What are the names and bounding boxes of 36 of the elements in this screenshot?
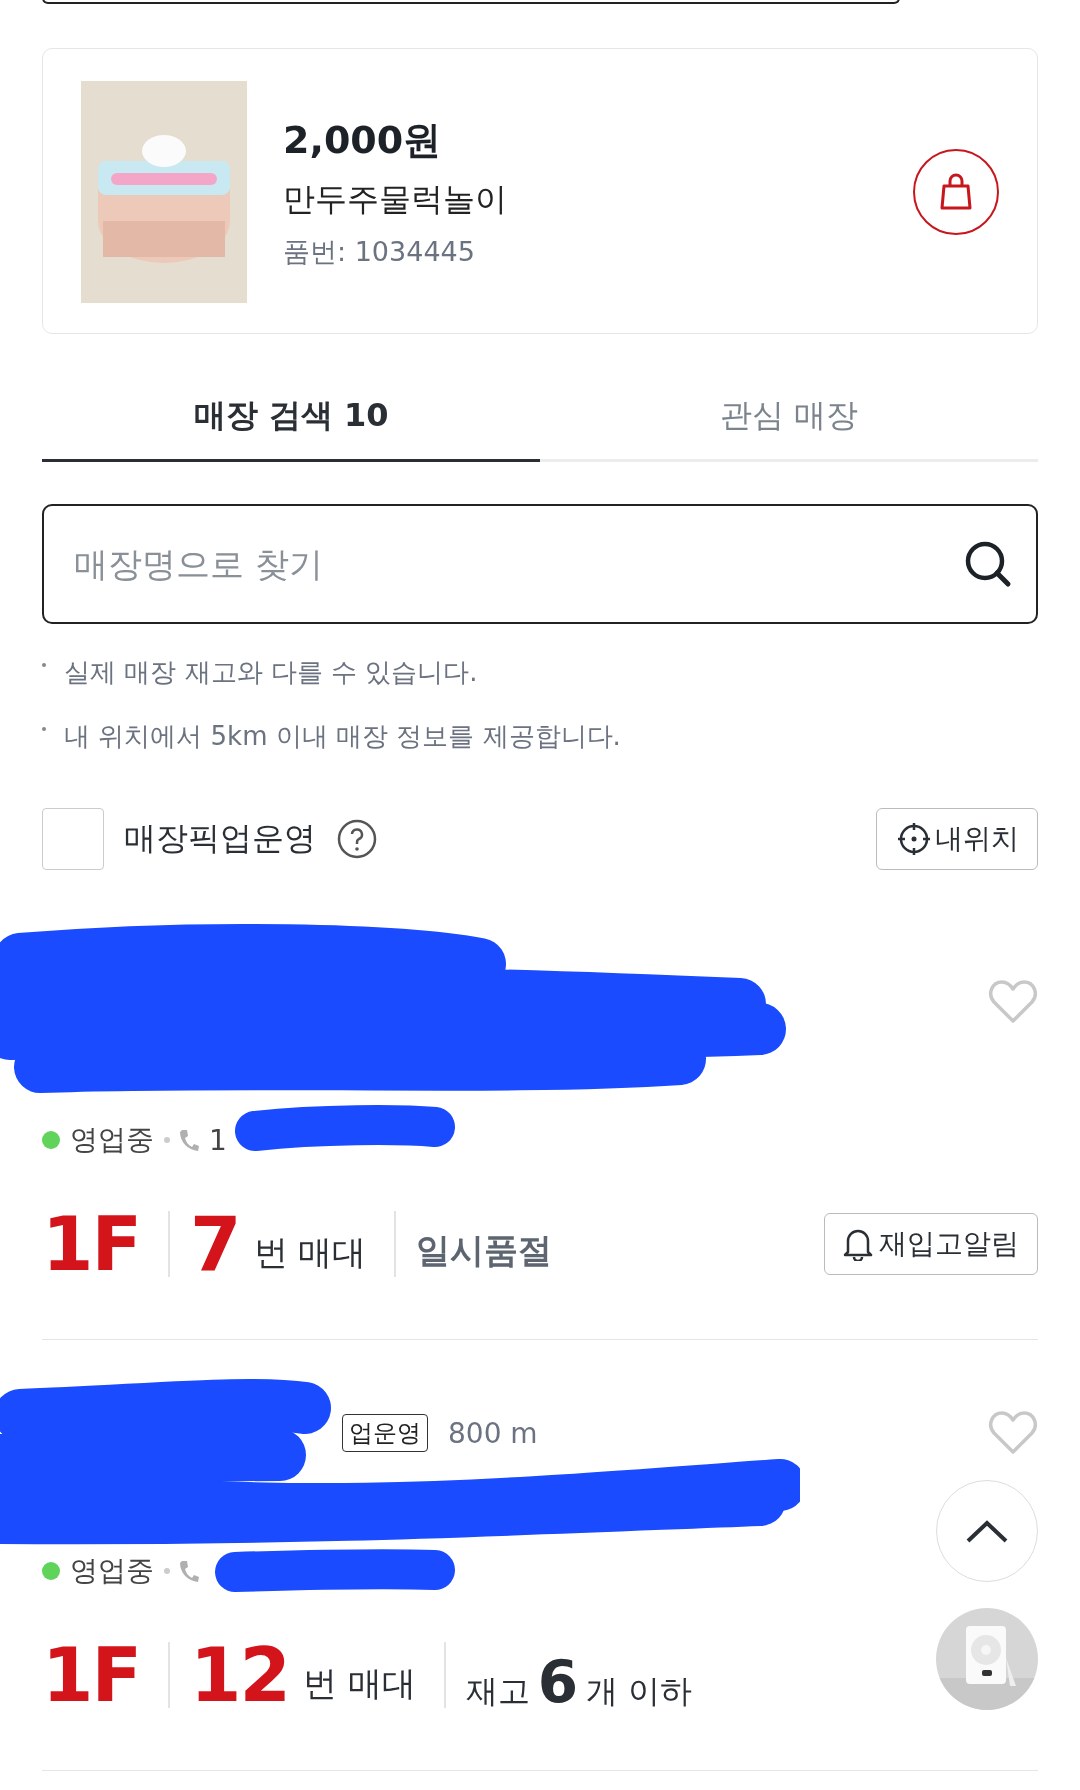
shelf-number: 7 [190,1207,240,1281]
checkbox[interactable] [42,808,104,870]
stock-count: 6 [537,1648,579,1716]
bell-icon [843,1227,873,1261]
shelf-number: 12 [190,1638,290,1712]
floor-number: 1F [42,1207,141,1281]
distance: 800 m [448,1416,538,1450]
product-name: 만두주물럭놀이 [283,178,508,220]
phone-icon [180,1129,199,1151]
item-number: 품번: 1034445 [283,234,476,269]
crosshair-icon [897,822,931,856]
status-text: 영업중 [70,1553,154,1589]
checkbox-label: 매장픽업운영 [124,818,316,859]
phone-number: 1 [209,1123,227,1157]
stock-unit: 개 이하 [586,1671,693,1712]
status-dot [42,1131,60,1149]
my-location-button[interactable]: 내위치 [876,808,1038,870]
help-icon[interactable] [336,818,378,860]
search-icon[interactable] [964,540,1012,588]
chevron-up-icon [965,1518,1009,1544]
shelf-label: 번 매대 [253,1231,367,1274]
restock-alert-button[interactable]: 재입고알림 [824,1213,1038,1275]
price: 2,000원 [283,116,443,164]
notice-text: 실제 매장 재고와 다를 수 있습니다. [64,655,478,689]
sold-out-text: 일시품절 [416,1229,553,1272]
status-text: 영업중 [70,1122,154,1158]
notice-text: 내 위치에서 5km 이내 매장 정보를 제공합니다. [64,719,621,753]
status-dot [42,1562,60,1580]
stock-label: 재고 [465,1671,530,1712]
search-field[interactable]: 매장명으로 찾기 [42,504,1038,624]
pickup-badge: 업운영 [342,1414,428,1452]
phone-icon [180,1560,199,1582]
floor-number: 1F [42,1638,141,1712]
tab[interactable]: 관심 매장 [540,384,1038,462]
tab[interactable]: 매장 검색 10 [42,384,540,462]
shelf-label: 번 매대 [303,1662,416,1705]
